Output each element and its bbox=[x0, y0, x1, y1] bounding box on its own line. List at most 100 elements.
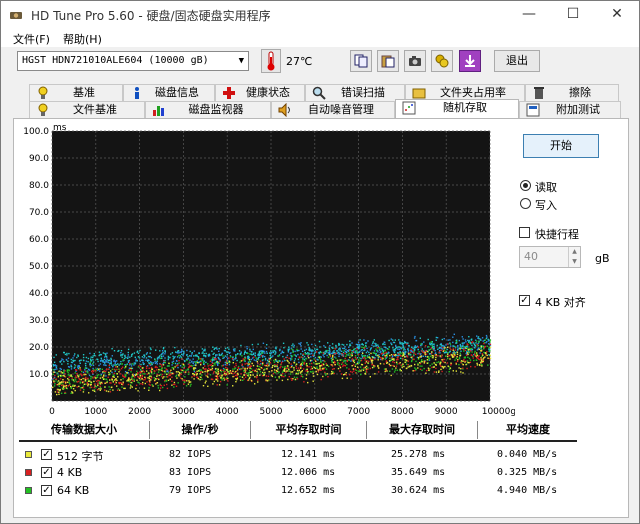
scatter-point bbox=[96, 358, 98, 360]
tab-tabs_bottom-4[interactable]: 附加测试 bbox=[519, 101, 621, 118]
tab-tabs_top-5[interactable]: 擦除 bbox=[525, 84, 619, 101]
scatter-point bbox=[479, 359, 481, 361]
series-checkbox[interactable]: ✓ bbox=[41, 467, 52, 478]
options-button[interactable] bbox=[431, 50, 453, 72]
scatter-point bbox=[249, 374, 252, 376]
scatter-point bbox=[218, 384, 221, 386]
scatter-point bbox=[213, 362, 215, 365]
scatter-point bbox=[108, 386, 110, 388]
scatter-point bbox=[254, 369, 256, 372]
scatter-point bbox=[395, 361, 398, 364]
copy-button[interactable] bbox=[350, 50, 372, 72]
scatter-point bbox=[438, 371, 440, 373]
scatter-point bbox=[404, 342, 406, 344]
menu-file[interactable]: 文件(F) bbox=[13, 31, 50, 47]
menu-help[interactable]: 帮助(H) bbox=[63, 31, 102, 47]
scatter-point bbox=[79, 367, 81, 369]
scatter-point bbox=[417, 348, 419, 351]
scatter-point bbox=[173, 356, 175, 359]
scatter-point bbox=[352, 360, 355, 362]
tab-tabs_top-1[interactable]: 磁盘信息 bbox=[123, 84, 215, 101]
tab-tabs_bottom-0[interactable]: 文件基准 bbox=[29, 101, 145, 118]
scatter-point bbox=[67, 371, 69, 374]
scatter-point bbox=[406, 355, 408, 357]
scatter-point bbox=[103, 370, 106, 372]
scatter-point bbox=[344, 346, 346, 348]
scatter-point bbox=[412, 349, 414, 352]
exit-button[interactable]: 退出 bbox=[494, 50, 540, 72]
scatter-point bbox=[343, 359, 345, 362]
screenshot-button[interactable] bbox=[404, 50, 426, 72]
tab-tabs_top-0[interactable]: 基准 bbox=[29, 84, 123, 101]
series-checkbox[interactable]: ✓ bbox=[41, 485, 52, 496]
scatter-point bbox=[357, 343, 359, 346]
scatter-point bbox=[141, 378, 143, 380]
start-button[interactable]: 开始 bbox=[523, 134, 599, 158]
y-tick-label: 50.0 bbox=[29, 262, 49, 272]
save-button[interactable] bbox=[459, 50, 481, 72]
scatter-point bbox=[106, 357, 108, 359]
scatter-point bbox=[166, 373, 168, 376]
scatter-point bbox=[270, 374, 273, 376]
scatter-point bbox=[354, 352, 357, 354]
spinner-arrows-icon[interactable]: ▲ ▼ bbox=[568, 247, 580, 267]
scatter-point bbox=[402, 346, 404, 349]
scatter-point bbox=[141, 367, 144, 369]
scatter-point bbox=[181, 348, 183, 351]
scatter-point bbox=[419, 337, 421, 339]
scatter-point bbox=[419, 368, 422, 370]
tab-tabs_bottom-1[interactable]: 磁盘监视器 bbox=[145, 101, 271, 118]
scatter-point bbox=[68, 376, 70, 378]
temperature-value: 27℃ bbox=[286, 55, 313, 68]
scatter-point bbox=[249, 371, 251, 373]
scatter-point bbox=[77, 376, 79, 378]
scatter-point bbox=[435, 336, 438, 339]
scatter-point bbox=[88, 374, 91, 377]
drive-select[interactable]: HGST HDN721010ALE604 (10000 gB) ▼ bbox=[17, 51, 249, 71]
scatter-point bbox=[143, 357, 145, 359]
scatter-point bbox=[228, 348, 230, 350]
scatter-point bbox=[276, 365, 278, 368]
scatter-point bbox=[211, 378, 213, 380]
scatter-point bbox=[474, 353, 476, 355]
tab-tabs_top-2[interactable]: 健康状态 bbox=[215, 84, 305, 101]
paste-button[interactable] bbox=[377, 50, 399, 72]
scatter-point bbox=[234, 358, 236, 360]
scatter-point bbox=[383, 363, 385, 365]
scatter-point bbox=[98, 380, 100, 382]
scatter-point bbox=[460, 371, 462, 373]
scatter-point bbox=[340, 363, 343, 365]
scatter-point bbox=[247, 363, 249, 365]
scatter-point bbox=[180, 371, 183, 374]
quick-stroke-spinner[interactable]: 40 ▲ ▼ bbox=[519, 246, 581, 268]
tab-tabs_bottom-3[interactable]: 随机存取 bbox=[395, 99, 519, 118]
scatter-point bbox=[458, 367, 460, 369]
temperature-button[interactable] bbox=[261, 49, 281, 73]
scatter-point bbox=[159, 365, 161, 368]
series-checkbox[interactable]: ✓ bbox=[41, 449, 52, 460]
scatter-point bbox=[259, 363, 261, 366]
scatter-point bbox=[76, 372, 78, 375]
scatter-point bbox=[67, 363, 69, 365]
scatter-point bbox=[165, 376, 167, 378]
scatter-point bbox=[394, 339, 396, 341]
scatter-point bbox=[365, 368, 367, 370]
scatter-point bbox=[185, 358, 188, 360]
tab-tabs_bottom-2[interactable]: 自动噪音管理 bbox=[271, 101, 395, 118]
scatter-point bbox=[288, 362, 290, 364]
scatter-point bbox=[211, 362, 214, 364]
scatter-point bbox=[101, 368, 103, 370]
close-button[interactable]: ✕ bbox=[595, 1, 639, 29]
scatter-point bbox=[377, 359, 379, 361]
coins-icon bbox=[435, 54, 449, 68]
tab-tabs_top-3[interactable]: 错误扫描 bbox=[305, 84, 405, 101]
scatter-point bbox=[295, 363, 298, 365]
minimize-button[interactable]: — bbox=[507, 1, 551, 29]
maximize-button[interactable]: ☐ bbox=[551, 1, 595, 29]
scatter-point bbox=[240, 373, 242, 375]
scatter-point bbox=[462, 348, 465, 350]
scatter-point bbox=[216, 354, 218, 356]
scatter-point bbox=[372, 352, 375, 354]
scatter-point bbox=[73, 367, 76, 369]
scatter-point bbox=[111, 348, 113, 350]
